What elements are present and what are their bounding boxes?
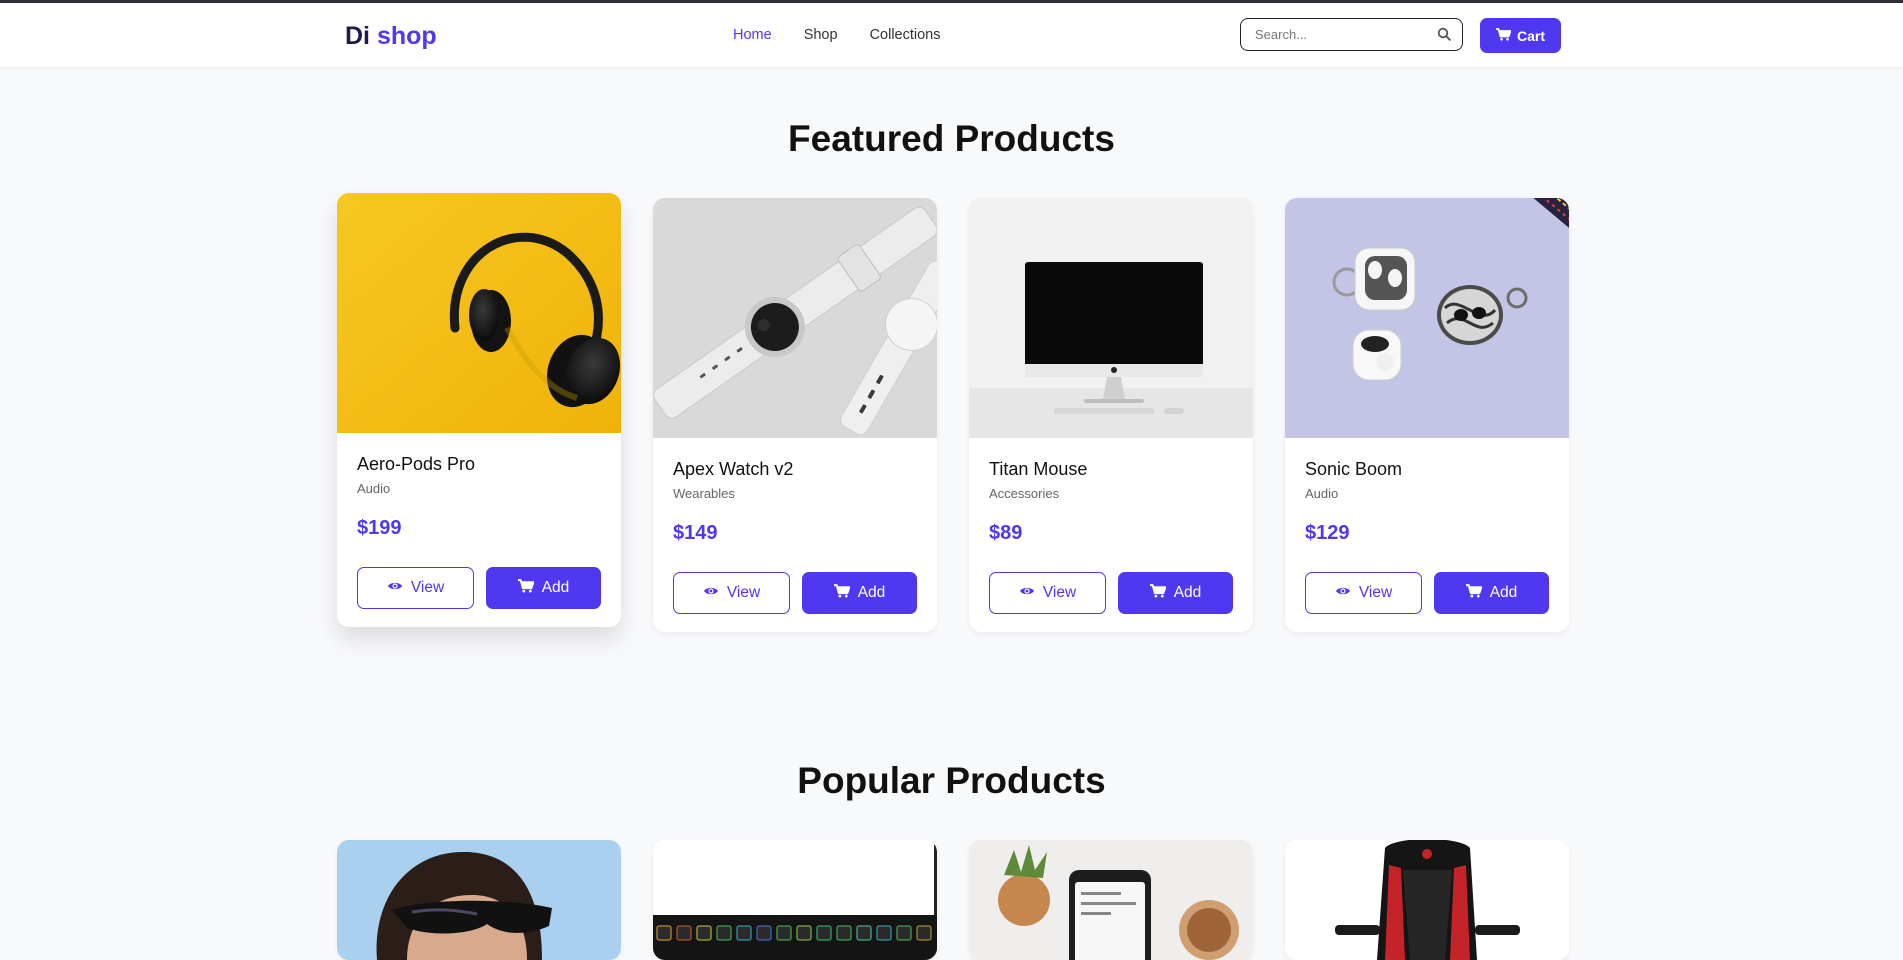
brand-logo-part2: shop bbox=[376, 22, 437, 50]
eye-icon bbox=[703, 584, 719, 602]
view-label: View bbox=[1042, 584, 1077, 601]
product-card: Apex Watch v2 Wearables $149 View Add bbox=[653, 198, 937, 632]
cart-icon bbox=[833, 583, 851, 603]
add-to-cart-button[interactable]: Add bbox=[486, 567, 601, 609]
product-category: Wearables bbox=[673, 486, 735, 501]
product-price: $149 bbox=[673, 522, 718, 544]
view-button[interactable]: View bbox=[357, 567, 474, 609]
product-price: $199 bbox=[357, 517, 402, 539]
popular-title: Popular Products bbox=[797, 760, 1106, 801]
view-button[interactable]: View bbox=[1305, 572, 1422, 614]
brand-logo-part1: Di bbox=[345, 22, 370, 50]
brand-logo[interactable]: Di shop bbox=[345, 22, 437, 51]
product-category: Audio bbox=[1305, 486, 1339, 501]
cart-icon bbox=[1495, 27, 1512, 44]
search-icon[interactable] bbox=[1437, 27, 1451, 41]
product-name[interactable]: Apex Watch v2 bbox=[673, 459, 793, 480]
cart-icon bbox=[517, 578, 535, 598]
nav-shop[interactable]: Shop bbox=[804, 27, 838, 43]
product-image-watch[interactable] bbox=[653, 198, 937, 438]
nav-collections[interactable]: Collections bbox=[870, 27, 941, 43]
cart-button[interactable]: Cart bbox=[1480, 18, 1561, 53]
add-label: Add bbox=[1489, 584, 1518, 601]
add-to-cart-button[interactable]: Add bbox=[1434, 572, 1549, 614]
featured-title: Featured Products bbox=[788, 118, 1115, 159]
product-category: Audio bbox=[357, 481, 391, 496]
product-image-headphones[interactable] bbox=[337, 193, 621, 433]
search-input[interactable] bbox=[1253, 26, 1427, 43]
cart-label: Cart bbox=[1516, 27, 1545, 44]
nav-home[interactable]: Home bbox=[733, 27, 772, 43]
product-image-monitor[interactable] bbox=[969, 198, 1253, 438]
product-price: $129 bbox=[1305, 522, 1350, 544]
add-label: Add bbox=[1173, 584, 1202, 601]
site-header: Di shop Home Shop Collections Cart bbox=[0, 3, 1903, 68]
add-label: Add bbox=[541, 579, 570, 596]
popular-product-image-keyboard[interactable] bbox=[653, 840, 937, 960]
eye-icon bbox=[387, 579, 403, 597]
product-card: Titan Mouse Accessories $89 View Add bbox=[969, 198, 1253, 632]
popular-product-image-phone[interactable] bbox=[969, 840, 1253, 960]
main-nav: Home Shop Collections bbox=[733, 27, 972, 43]
product-price: $89 bbox=[989, 522, 1023, 544]
cart-icon bbox=[1149, 583, 1167, 603]
product-category: Accessories bbox=[989, 486, 1060, 501]
view-label: View bbox=[410, 579, 445, 596]
add-to-cart-button[interactable]: Add bbox=[1118, 572, 1233, 614]
cart-icon bbox=[1465, 583, 1483, 603]
product-card: Sonic Boom Audio $129 View Add bbox=[1285, 198, 1569, 632]
popular-product-image-sunglasses[interactable] bbox=[337, 840, 621, 960]
search-box bbox=[1240, 18, 1463, 51]
view-label: View bbox=[726, 584, 761, 601]
view-button[interactable]: View bbox=[989, 572, 1106, 614]
popular-product-image-gaming-chair[interactable] bbox=[1285, 840, 1569, 960]
view-button[interactable]: View bbox=[673, 572, 790, 614]
eye-icon bbox=[1335, 584, 1351, 602]
view-label: View bbox=[1358, 584, 1393, 601]
product-image-earbuds[interactable] bbox=[1285, 198, 1569, 438]
product-name[interactable]: Titan Mouse bbox=[989, 459, 1087, 480]
product-card: Aero-Pods Pro Audio $199 View Add bbox=[337, 193, 621, 627]
product-name[interactable]: Sonic Boom bbox=[1305, 459, 1402, 480]
product-name[interactable]: Aero-Pods Pro bbox=[357, 454, 475, 475]
eye-icon bbox=[1019, 584, 1035, 602]
add-label: Add bbox=[857, 584, 886, 601]
add-to-cart-button[interactable]: Add bbox=[802, 572, 917, 614]
